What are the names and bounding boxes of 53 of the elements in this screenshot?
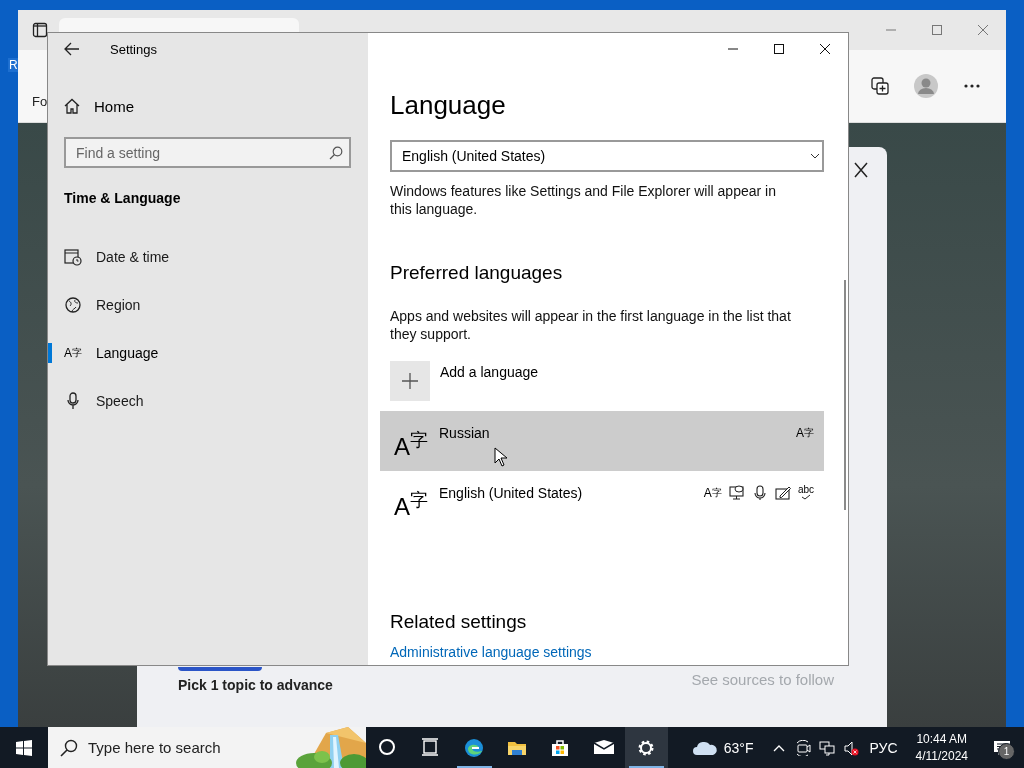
- desktop-icon-label: R: [8, 58, 19, 72]
- language-list-item[interactable]: A$^{字}$ Russian A$^{字}$: [380, 411, 824, 471]
- input-language-indicator[interactable]: РУС: [869, 739, 898, 756]
- search-icon: [329, 145, 343, 160]
- page-heading: Language: [390, 89, 507, 121]
- notification-count-badge: 1: [998, 743, 1015, 760]
- language-glyph-icon: A$^{字}$: [394, 491, 426, 519]
- taskbar-search-input[interactable]: Type here to search: [78, 739, 288, 756]
- globe-icon: [64, 296, 82, 314]
- sidebar-item[interactable]: Speech: [48, 377, 368, 425]
- language-pack-icon: A$^{字}$: [796, 425, 814, 441]
- chevron-down-icon: [810, 153, 820, 159]
- back-arrow-icon[interactable]: [64, 42, 80, 56]
- tab-actions-icon[interactable]: [32, 22, 48, 38]
- section-heading: Time & Language: [64, 189, 182, 208]
- sidebar-item[interactable]: Date & time: [48, 233, 368, 281]
- add-language-button[interactable]: Add a language: [390, 361, 824, 401]
- display-language-dropdown[interactable]: English (United States): [390, 140, 824, 172]
- search-box[interactable]: Find a setting: [64, 137, 351, 168]
- close-icon[interactable]: [820, 44, 830, 54]
- language-glyph-icon: A$^{字}$: [394, 431, 426, 459]
- window-title: Settings: [110, 41, 157, 57]
- sidebar-item[interactable]: Region: [48, 281, 368, 329]
- display-icon: [728, 485, 745, 501]
- speech-icon: [751, 485, 768, 501]
- handwriting-icon: [774, 485, 791, 501]
- notification-center-button[interactable]: 1: [980, 727, 1024, 768]
- admin-language-settings-link[interactable]: Administrative language settings: [390, 643, 592, 661]
- windows-logo-icon[interactable]: [16, 739, 32, 756]
- search-icon: [60, 738, 78, 757]
- weather-temperature: 63°F: [723, 739, 754, 756]
- taskbar-search-box[interactable]: Type here to search: [48, 727, 366, 768]
- settings-icon[interactable]: [625, 727, 668, 768]
- home-nav-item[interactable]: Home: [48, 86, 368, 126]
- plus-icon: [401, 372, 419, 390]
- description-text: Apps and websites will appear in the first language in the list that they support.: [390, 307, 792, 343]
- calendar-clock-icon: [64, 248, 82, 266]
- cloud-icon: [691, 739, 718, 756]
- description-text: Windows features like Settings and File Explorer will appear in this language.: [390, 182, 777, 218]
- toolbar-text: Fo: [32, 93, 48, 109]
- clock[interactable]: 10:44 AM 4/11/2024: [909, 729, 974, 766]
- mouse-cursor-icon: [494, 447, 508, 467]
- search-input[interactable]: Find a setting: [66, 144, 329, 161]
- microphone-icon: [64, 392, 82, 410]
- section-heading: Related settings: [390, 610, 528, 634]
- scrollbar[interactable]: [844, 280, 846, 510]
- maximize-icon[interactable]: [774, 44, 784, 54]
- section-heading: Preferred languages: [390, 261, 564, 285]
- card-prompt: Pick 1 topic to advance: [178, 677, 333, 693]
- language-list-item[interactable]: A$^{字}$ English (United States) A$^{字}$ abc: [380, 471, 824, 531]
- home-icon: [64, 98, 80, 114]
- language-pack-icon: A$^{字}$: [703, 485, 722, 501]
- language-glyph-icon: A$^{字}$: [64, 344, 82, 362]
